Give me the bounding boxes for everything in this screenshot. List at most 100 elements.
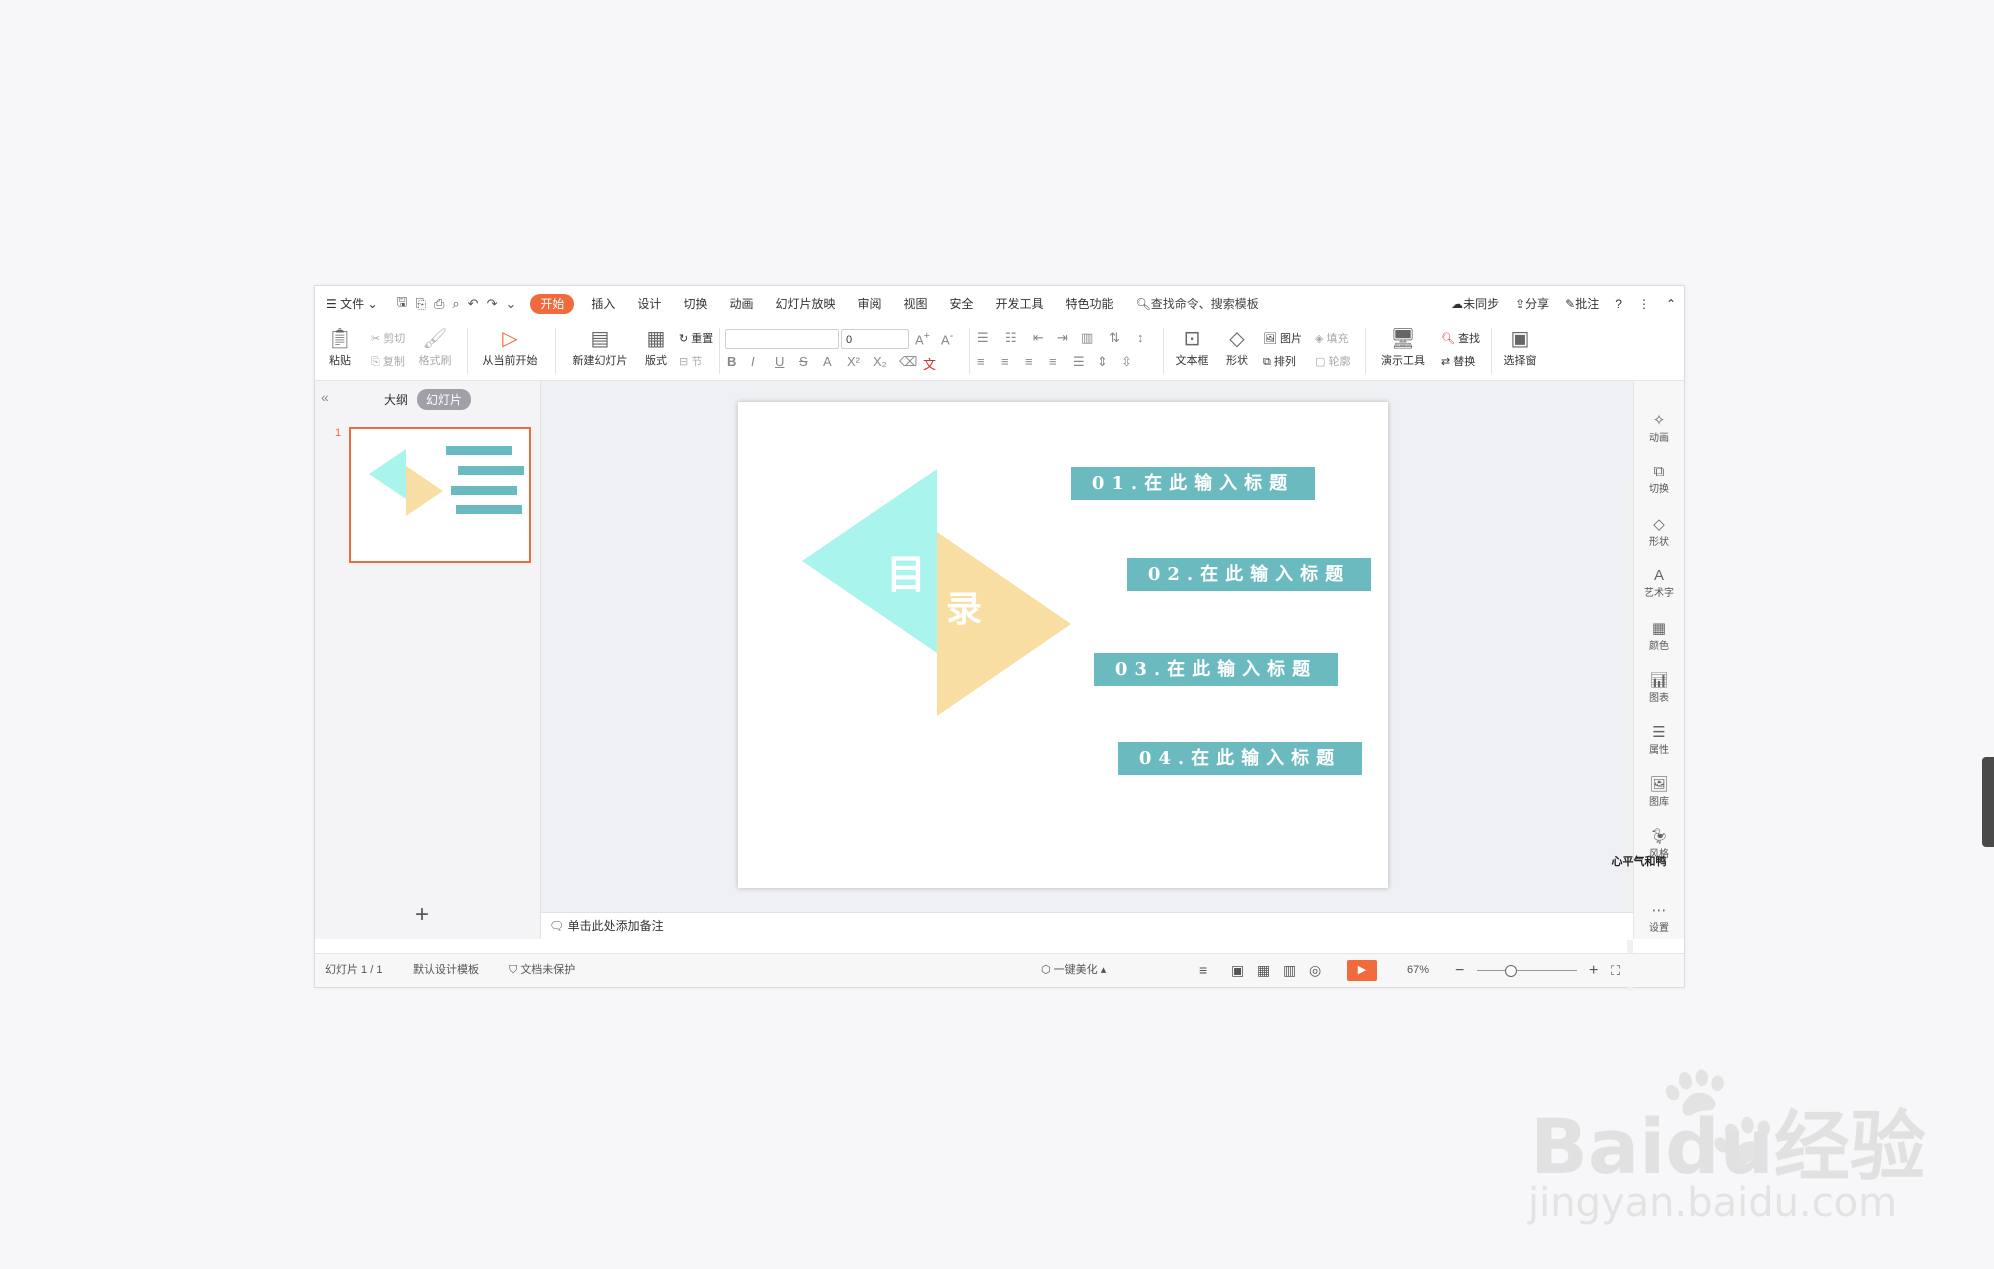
font-grow-icon[interactable]: A+ [915,330,930,347]
toc-item-4[interactable]: 04.在此输入标题 [1118,742,1362,775]
presenter-view-icon[interactable]: ◎ [1309,954,1321,987]
align-right-icon[interactable]: ≡ [1025,354,1033,369]
bold-icon[interactable]: B [727,354,736,369]
comment-button[interactable]: ✎批注 [1557,286,1607,322]
normal-view-icon[interactable]: ▣ [1231,954,1244,987]
picture-button[interactable]: 🖼︎ 图片 [1263,330,1302,346]
slide-canvas[interactable]: 目 录 01.在此输入标题 02.在此输入标题 03.在此输入标题 04.在此输… [738,402,1388,888]
line-spacing-icon[interactable]: ↕ [1137,330,1144,345]
fill-button[interactable]: ◈ 填充 [1315,330,1349,346]
share-button[interactable]: ⇪分享 [1507,286,1557,322]
redo-icon[interactable]: ↷ [483,296,502,312]
print-icon[interactable]: ⎙ [430,296,448,312]
phonetic-icon[interactable]: 文 [923,354,936,373]
section-button[interactable]: ⊟ 节 [679,353,702,369]
sidebar-transition[interactable]: ⧉ 切换 [1634,463,1684,495]
copy-button[interactable]: ⎘ 复制 [371,353,405,369]
beautify-button[interactable]: ⬡ 一键美化 ▴ [1041,954,1106,987]
underline-icon[interactable]: U [775,354,784,369]
tab-view[interactable]: 视图 [893,286,939,322]
protect-status[interactable]: ⛉ 文档未保护 [509,954,575,987]
tab-slides[interactable]: 幻灯片 [417,389,472,410]
outline-button[interactable]: ▢ 轮廓 [1315,353,1350,369]
slide-thumbnail[interactable] [349,427,531,563]
fit-window-icon[interactable]: ⛶ [1611,954,1620,987]
distribute-icon[interactable]: ☰ [1073,354,1085,370]
format-painter-button[interactable]: 🖌︎ 格式刷 [415,326,455,368]
numbering-icon[interactable]: ☷ [1005,330,1017,346]
collapse-ribbon-icon[interactable]: ⌃ [1658,286,1684,322]
tab-insert[interactable]: 插入 [580,286,626,322]
sidebar-shape[interactable]: ◇ 形状 [1634,515,1684,548]
justify-icon[interactable]: ≡ [1049,354,1057,369]
font-size-combo[interactable]: 0 [841,329,909,349]
font-shrink-icon[interactable]: A- [941,330,953,347]
new-slide-button[interactable]: ▤ 新建幻灯片 [565,326,635,368]
tab-home[interactable]: 开始 [530,294,575,314]
tab-animation[interactable]: 动画 [718,286,764,322]
tab-features[interactable]: 特色功能 [1055,286,1125,322]
shape-button[interactable]: ◇ 形状 [1219,326,1255,368]
increase-indent-icon[interactable]: ⇥ [1057,330,1068,346]
present-tools-button[interactable]: 🖥︎ 演示工具 [1373,326,1433,368]
arrange-button[interactable]: ⧉ 排列 [1263,353,1296,369]
zoom-in-icon[interactable]: + [1589,954,1598,987]
replace-button[interactable]: ⇄ 替换 [1441,353,1475,369]
preview-icon[interactable]: ⌕ [448,296,463,312]
add-slide-button[interactable]: + [415,901,429,929]
zoom-slider-knob[interactable] [1505,965,1517,977]
save-icon[interactable]: 🖫 [393,293,412,315]
more-options-icon[interactable]: ⋮ [1630,286,1658,322]
undo-icon[interactable]: ↶ [464,296,483,312]
align-center-icon[interactable]: ≡ [1001,354,1009,369]
valign-icon[interactable]: ⇕ [1097,354,1108,370]
italic-icon[interactable]: I [751,354,755,369]
layout-button[interactable]: ▦ 版式 [639,326,673,368]
toc-item-3[interactable]: 03.在此输入标题 [1094,653,1338,686]
selection-pane-button[interactable]: ▣ 选择窗 [1497,326,1543,368]
paste-button[interactable]: 📋︎ 粘贴 [323,326,357,368]
tab-developer[interactable]: 开发工具 [985,286,1055,322]
zoom-level[interactable]: 67% [1407,954,1429,987]
tab-outline[interactable]: 大纲 [375,389,417,410]
font-name-combo[interactable] [725,329,839,349]
template-name[interactable]: 默认设计模板 [413,954,479,987]
tab-review[interactable]: 审阅 [846,286,892,322]
spacing-icon[interactable]: ⇳ [1121,354,1132,370]
strikethrough-icon[interactable]: S [799,354,808,369]
align-left-icon[interactable]: ≡ [977,354,985,369]
sidebar-animation[interactable]: ✧ 动画 [1634,411,1684,444]
title-char-mu[interactable]: 目 [886,542,926,600]
columns-icon[interactable]: ▥ [1081,330,1093,346]
notes-pane[interactable]: 🗨︎ 单击此处添加备注 [541,912,1633,940]
toc-item-2[interactable]: 02.在此输入标题 [1127,558,1371,591]
collapse-panel-icon[interactable]: « [321,389,329,405]
sorter-view-icon[interactable]: ▦ [1257,954,1270,987]
sidebar-wordart[interactable]: A 艺术字 [1634,567,1684,599]
zoom-slider-track[interactable] [1477,970,1577,971]
tab-security[interactable]: 安全 [939,286,985,322]
textbox-button[interactable]: ⊡ 文本框 [1169,326,1215,368]
superscript-icon[interactable]: X² [847,354,860,369]
clear-format-icon[interactable]: ⌫ [899,354,917,370]
more-icon[interactable]: ⌄ [501,296,520,312]
text-direction-icon[interactable]: ⇅ [1109,330,1120,346]
bullets-icon[interactable]: ☰ [977,330,989,346]
reading-view-icon[interactable]: ▥ [1283,954,1296,987]
sidebar-settings[interactable]: ⋯ 设置 [1634,901,1684,934]
tab-transition[interactable]: 切换 [672,286,718,322]
cut-button[interactable]: ✂ 剪切 [371,330,405,346]
find-button[interactable]: 🔍︎ 查找 [1441,330,1480,346]
font-color-icon[interactable]: A [823,354,832,369]
file-menu[interactable]: ☰ 文件 ⌄ [315,286,389,322]
sidebar-gallery[interactable]: 🖼︎ 图库 [1634,775,1684,808]
title-char-lu[interactable]: 录 [946,580,982,632]
subscript-icon[interactable]: X₂ [873,354,887,369]
play-slideshow-button[interactable]: ▶ [1347,960,1377,981]
from-current-button[interactable]: ▷ 从当前开始 [475,326,545,368]
command-search[interactable]: 🔍︎查找命令、搜索模板 [1125,286,1270,322]
format-icon[interactable]: ⎘ [412,296,430,312]
sidebar-chart[interactable]: 📊︎ 图表 [1634,671,1684,704]
screen-edge-widget[interactable] [1982,757,1994,847]
notes-toggle-icon[interactable]: ≡ [1199,954,1207,987]
